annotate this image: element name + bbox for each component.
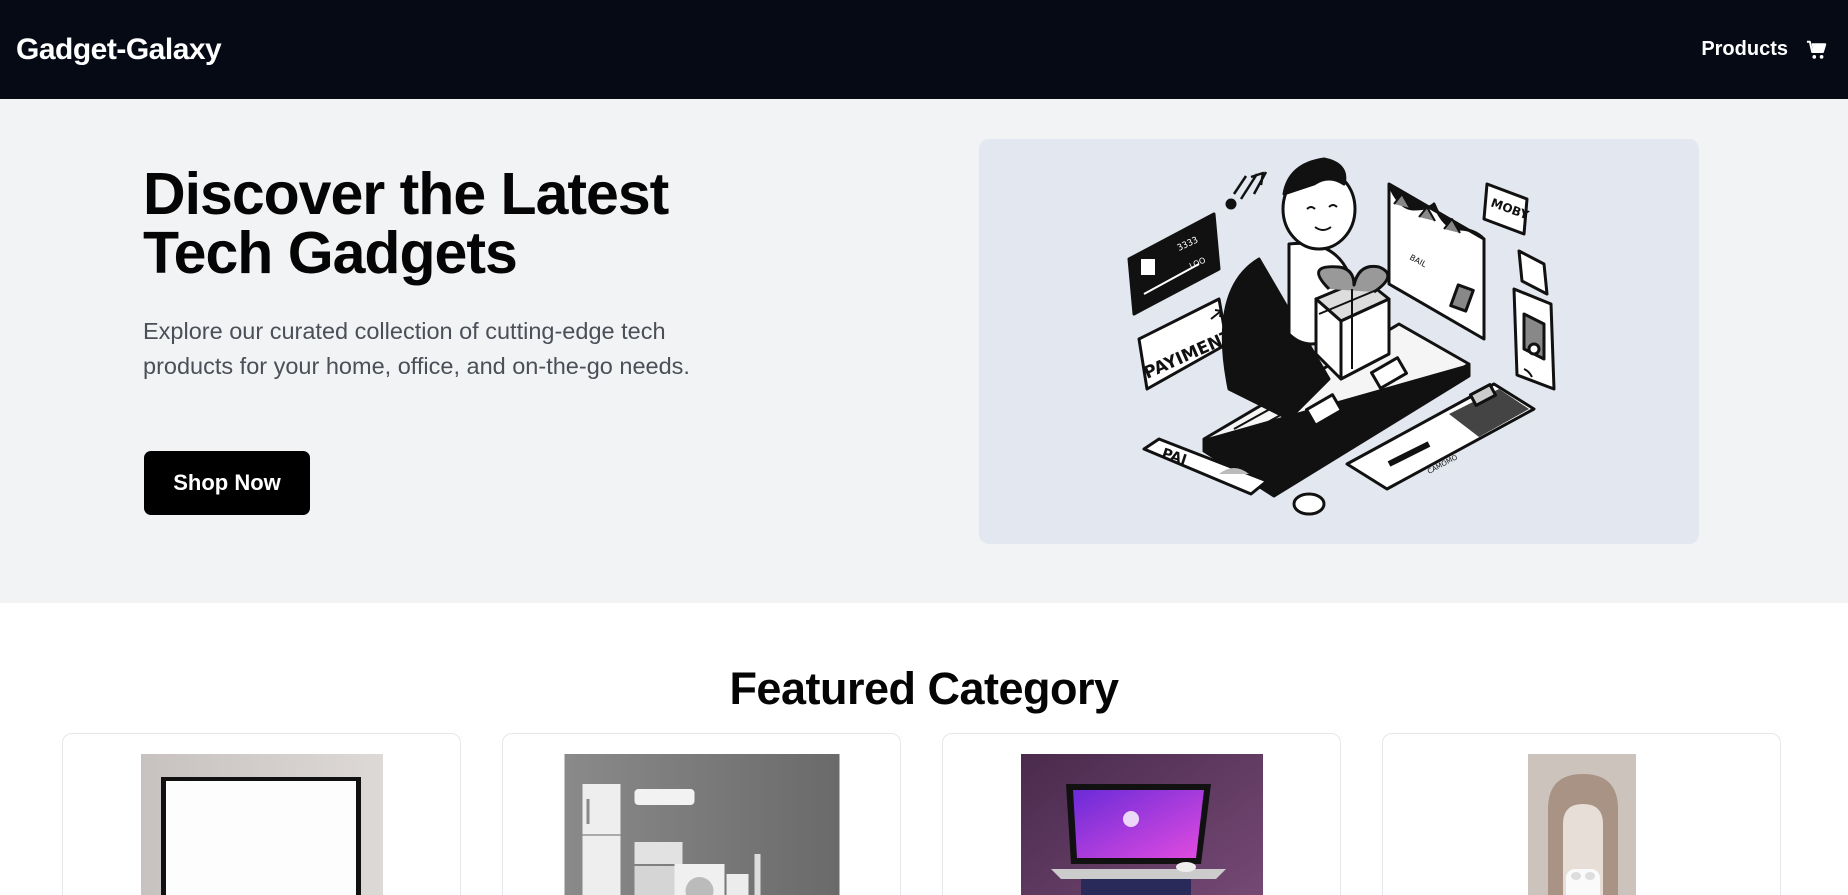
shopping-cart-icon[interactable] [1806, 39, 1828, 61]
shop-now-button[interactable]: Shop Now [144, 451, 310, 515]
television-image [140, 754, 383, 895]
brand-logo-link[interactable]: Gadget-Galaxy [16, 33, 222, 67]
earbuds-image [1527, 754, 1636, 895]
nav-links: Products [1701, 38, 1828, 61]
hero-section: Discover the Latest Tech Gadgets Explore… [0, 99, 1848, 603]
featured-category-section: Featured Category [0, 603, 1848, 895]
hero-description: Explore our curated collection of cuttin… [143, 318, 690, 379]
online-shopping-illustration: 3333 LOO PAYIMENT PAI CAMOMO BAIL MOBY [1127, 157, 1556, 516]
category-card-earbuds[interactable] [1382, 733, 1781, 895]
home-appliances-image [564, 754, 839, 895]
hero-title: Discover the Latest Tech Gadgets [143, 161, 669, 286]
nav-link-products[interactable]: Products [1701, 38, 1788, 61]
featured-category-title: Featured Category [729, 663, 1119, 714]
category-card-home-appliances[interactable] [502, 733, 901, 895]
category-cards [62, 733, 1781, 895]
category-card-television[interactable] [62, 733, 461, 895]
hero-illustration: 3333 LOO PAYIMENT PAI CAMOMO BAIL MOBY [979, 139, 1699, 544]
top-navbar: Gadget-Galaxy Products [0, 0, 1848, 99]
laptop-image [1020, 754, 1263, 895]
category-card-laptop[interactable] [942, 733, 1341, 895]
